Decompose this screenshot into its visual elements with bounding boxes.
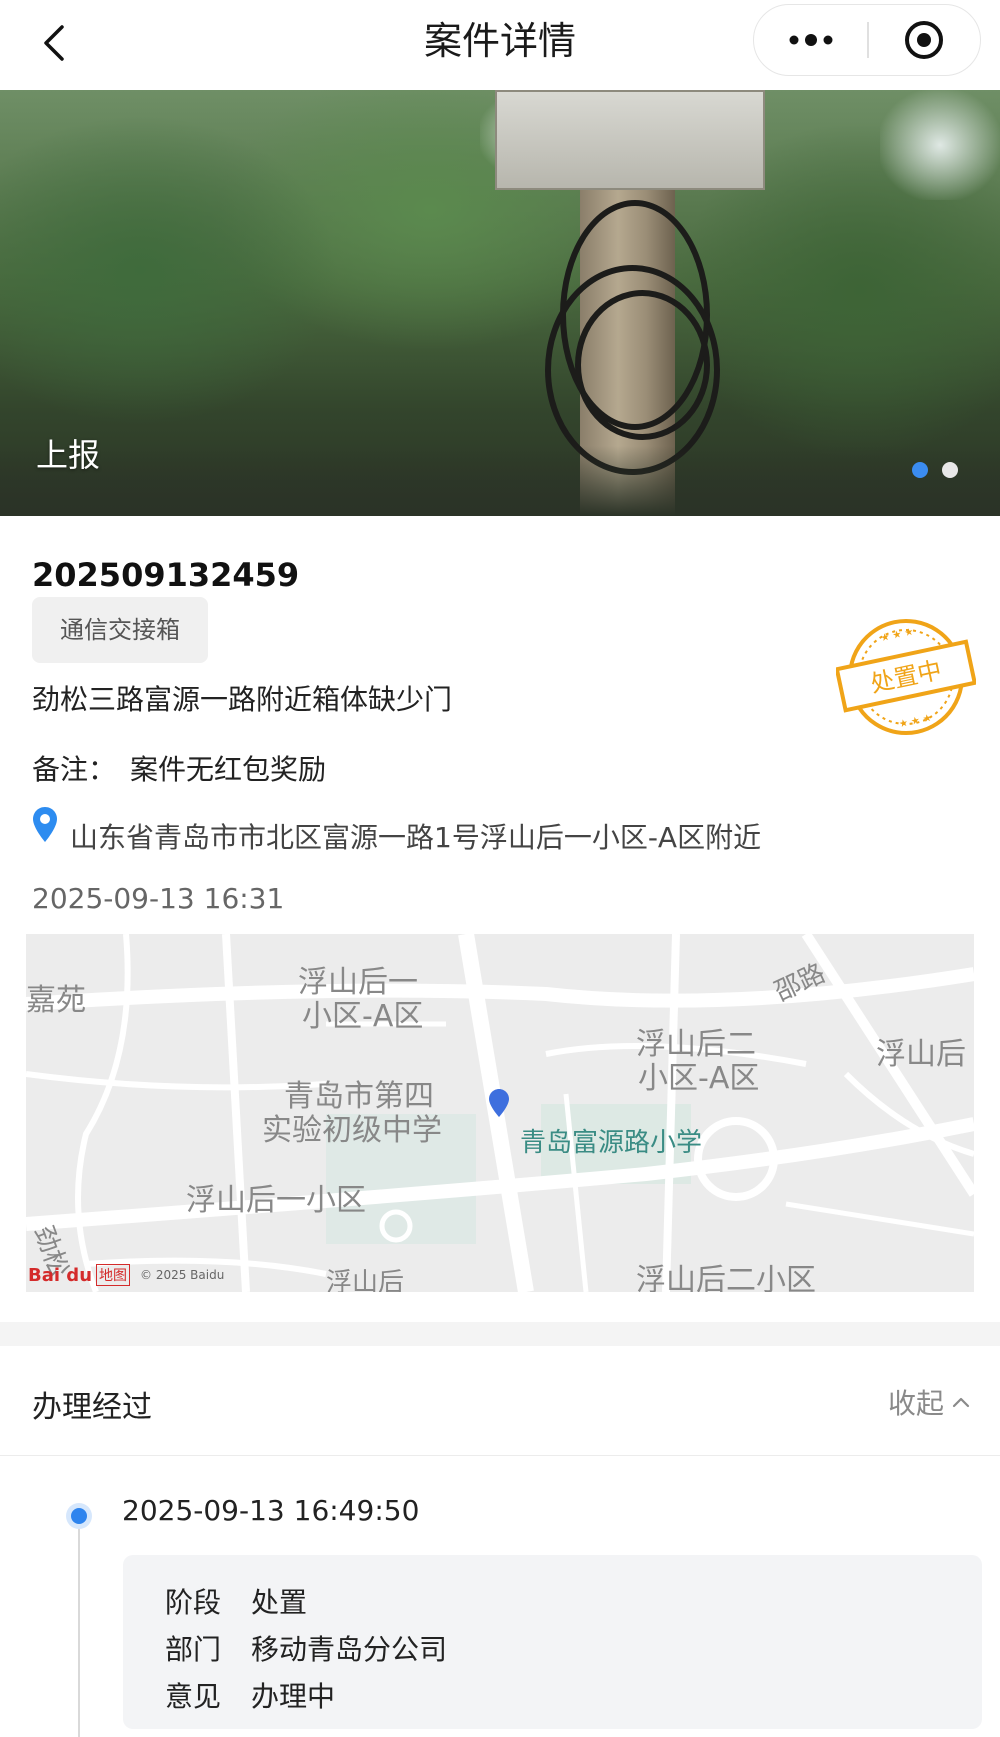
map-label: 嘉苑 [26, 983, 86, 1018]
carousel-dot[interactable] [942, 462, 958, 478]
photo-cabinet [495, 90, 765, 190]
status-stamp: 处置中 ★ ★ ★ ★ ★ ★ [836, 619, 976, 735]
baidu-logo-text: Bai du [28, 1264, 93, 1286]
collapse-label: 收起 [887, 1387, 944, 1420]
timeline-dot [66, 1503, 92, 1529]
nav-header: 案件详情 [0, 0, 1000, 90]
photo-carousel[interactable]: 上报 [0, 90, 1000, 516]
map-copyright: © 2025 Baidu [140, 1268, 225, 1282]
photo-ground [0, 446, 1000, 516]
photo-cable-coil [575, 290, 710, 440]
map-label: 浮山后一小区 [186, 1183, 366, 1218]
case-number: 202509132459 [32, 556, 300, 594]
location-map[interactable]: 浮山后一 小区-A区 浮山后二 小区-A区 浮山后 青岛市第四 实验初级中学 青… [26, 934, 974, 1292]
process-header: 办理经过 收起 [0, 1346, 1000, 1456]
carousel-indicator [912, 462, 958, 478]
photo-label: 上报 [36, 436, 101, 474]
entry-row-stage: 阶段 处置 [165, 1579, 940, 1626]
category-tag: 通信交接箱 [32, 597, 208, 663]
map-label: 浮山后二 [636, 1027, 756, 1062]
map-label: 浮山后一 [298, 965, 418, 1000]
case-description: 劲松三路富源一路附近箱体缺少门 [32, 683, 453, 716]
entry-value: 处置 [251, 1586, 308, 1619]
entry-key: 意见 [165, 1680, 222, 1713]
map-label: 青岛市第四 [284, 1079, 434, 1114]
remark-label: 备注： [32, 753, 117, 786]
case-remark: 备注： 案件无红包奖励 [32, 748, 326, 788]
timeline-line [78, 1514, 80, 1737]
mini-program-capsule [753, 4, 981, 76]
timeline-dot-core [71, 1508, 87, 1524]
address-text: 山东省青岛市市北区富源一路1号浮山后一小区-A区附近 [70, 821, 762, 854]
carousel-dot[interactable] [912, 462, 928, 478]
baidu-logo-map: 地图 [96, 1264, 131, 1286]
map-marker-icon[interactable] [489, 1089, 509, 1117]
target-icon [905, 21, 944, 59]
map-label: 浮山后 [876, 1037, 966, 1072]
close-miniprogram-button[interactable] [869, 5, 981, 75]
entry-value: 移动青岛分公司 [251, 1633, 448, 1666]
entry-value: 办理中 [251, 1680, 336, 1713]
map-label: 实验初级中学 [262, 1113, 442, 1148]
location-pin-icon [33, 807, 57, 842]
section-divider [0, 1322, 1000, 1346]
more-button[interactable] [754, 5, 867, 75]
timeline-entry-card: 阶段 处置 部门 移动青岛分公司 意见 办理中 [123, 1555, 982, 1729]
map-label: 小区-A区 [638, 1061, 760, 1096]
collapse-button[interactable]: 收起 [888, 1382, 970, 1422]
entry-row-department: 部门 移动青岛分公司 [165, 1626, 940, 1673]
map-label: 浮山后 [326, 1268, 405, 1292]
entry-key: 部门 [165, 1633, 222, 1666]
baidu-logo: Bai du 地图 © 2025 Baidu [28, 1264, 224, 1286]
entry-key: 阶段 [165, 1586, 222, 1619]
timeline-entry-time: 2025-09-13 16:49:50 [122, 1494, 420, 1527]
map-label: 浮山后二小区 [636, 1263, 816, 1293]
chevron-up-icon [952, 1397, 970, 1408]
more-dots-icon [789, 34, 832, 46]
photo-sky-patch [880, 90, 1000, 200]
svg-text:★ ★ ★: ★ ★ ★ [880, 627, 915, 645]
case-address: 山东省青岛市市北区富源一路1号浮山后一小区-A区附近 [32, 806, 761, 856]
map-label: 青岛富源路小学 [520, 1128, 703, 1158]
map-label: 小区-A区 [302, 999, 424, 1034]
process-title: 办理经过 [32, 1390, 152, 1425]
remark-value: 案件无红包奖励 [130, 753, 327, 786]
report-datetime: 2025-09-13 16:31 [32, 882, 285, 915]
entry-row-opinion: 意见 办理中 [165, 1673, 940, 1720]
